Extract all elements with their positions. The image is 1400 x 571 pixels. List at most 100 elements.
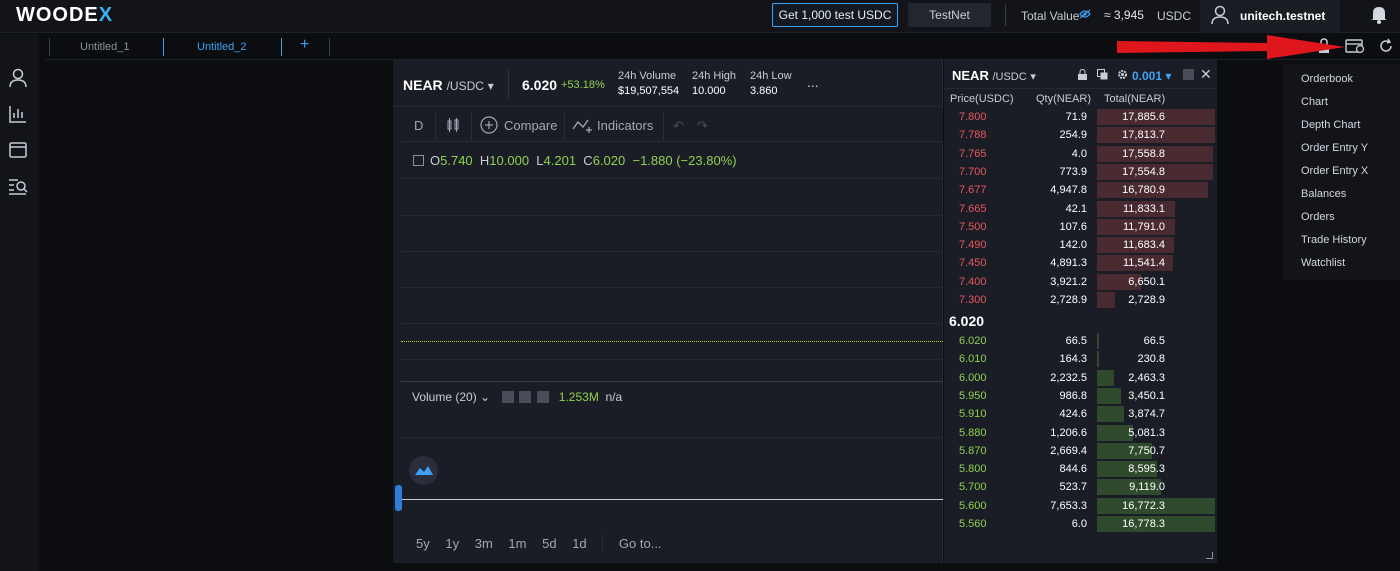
price-change: +53.18%: [561, 79, 605, 91]
bid-row[interactable]: 5.950 986.8 3,450.1: [944, 387, 1217, 405]
menu-item-order-entry-y[interactable]: Order Entry Y: [1301, 142, 1368, 154]
volume-indicator-label[interactable]: Volume (20): [412, 390, 477, 404]
price-chart-area[interactable]: O5.740 H10.000 L4.201 C6.020 −1.880 (−23…: [395, 143, 943, 563]
bid-row[interactable]: 5.560 6.0 16,778.3: [944, 515, 1217, 533]
ask-row[interactable]: 7.490 142.0 11,683.4: [944, 236, 1217, 254]
bid-row[interactable]: 5.600 7,653.3 16,772.3: [944, 497, 1217, 515]
divider: [508, 70, 509, 98]
orderbook-qty: 4,891.3: [1050, 257, 1087, 270]
goto-button[interactable]: Go to...: [619, 536, 662, 551]
range-1m[interactable]: 1m: [508, 536, 526, 551]
eye-icon[interactable]: [502, 391, 515, 403]
orderbook-price: 5.880: [959, 426, 987, 439]
orderbook-symbol-selector[interactable]: NEAR /USDC ▾: [952, 68, 1036, 83]
gridline: [401, 251, 943, 252]
compare-button[interactable]: Compare: [504, 118, 557, 133]
panel-resize-handle[interactable]: [395, 485, 402, 511]
lock-icon[interactable]: [1077, 68, 1088, 80]
ask-row[interactable]: 7.765 4.0 17,558.8: [944, 145, 1217, 163]
minimize-icon[interactable]: [1183, 69, 1194, 80]
menu-item-orderbook[interactable]: Orderbook: [1301, 73, 1353, 85]
orderbook-price: 5.910: [959, 408, 987, 421]
bid-row[interactable]: 5.700 523.7 9,119.0: [944, 478, 1217, 496]
more-options-button[interactable]: ...: [807, 74, 819, 90]
tradingview-logo-icon[interactable]: [409, 456, 438, 485]
ask-row[interactable]: 7.450 4,891.3 11,541.4: [944, 254, 1217, 272]
tab-untitled-1[interactable]: Untitled_1: [76, 38, 134, 56]
bid-row[interactable]: 5.800 844.6 8,595.3: [944, 460, 1217, 478]
bid-row[interactable]: 6.000 2,232.5 2,463.3: [944, 369, 1217, 387]
ask-row[interactable]: 7.665 42.1 11,833.1: [944, 200, 1217, 218]
gear-icon[interactable]: [1117, 69, 1128, 80]
woodex-logo[interactable]: WOODEX: [16, 4, 113, 27]
range-1y[interactable]: 1y: [445, 536, 459, 551]
orderbook-total: 16,780.9: [1122, 184, 1165, 197]
bid-row[interactable]: 6.010 164.3 230.8: [944, 350, 1217, 368]
ask-row[interactable]: 7.800 71.9 17,885.6: [944, 108, 1217, 126]
compare-icon[interactable]: [480, 116, 498, 137]
depth-bar: [1097, 292, 1116, 308]
account-icon[interactable]: [8, 68, 28, 88]
gridline: [401, 437, 943, 438]
menu-item-trade-history[interactable]: Trade History: [1301, 234, 1367, 246]
range-5y[interactable]: 5y: [416, 536, 430, 551]
close-icon[interactable]: [536, 391, 549, 403]
username[interactable]: unitech.testnet: [1240, 9, 1325, 23]
range-1d[interactable]: 1d: [572, 536, 586, 551]
bell-icon[interactable]: [1370, 4, 1388, 24]
add-widget-icon[interactable]: [1345, 38, 1365, 56]
tab-untitled-2[interactable]: Untitled_2: [193, 38, 251, 56]
get-test-usdc-button[interactable]: Get 1,000 test USDC: [772, 3, 898, 27]
redo-icon[interactable]: ↷: [697, 118, 708, 134]
bid-row[interactable]: 6.020 66.5 66.5: [944, 332, 1217, 350]
settings-icon[interactable]: [519, 391, 532, 403]
orderbook-price: 5.950: [959, 389, 987, 402]
ask-row[interactable]: 7.788 254.9 17,813.7: [944, 126, 1217, 144]
menu-item-watchlist[interactable]: Watchlist: [1301, 257, 1345, 269]
interval-selector[interactable]: D: [414, 118, 423, 133]
orderbook-total: 11,833.1: [1122, 202, 1165, 215]
divider: [435, 112, 436, 140]
collapse-legend-icon[interactable]: [413, 155, 424, 166]
orderbook-total: 17,885.6: [1122, 111, 1165, 123]
menu-item-order-entry-x[interactable]: Order Entry X: [1301, 165, 1368, 177]
pane-separator[interactable]: [401, 381, 943, 382]
bid-row[interactable]: 5.870 2,669.4 7,750.7: [944, 442, 1217, 460]
bid-row[interactable]: 5.910 424.6 3,874.7: [944, 405, 1217, 423]
ask-row[interactable]: 7.300 2,728.9 2,728.9: [944, 291, 1217, 309]
orderbook-total: 7,750.7: [1128, 444, 1165, 457]
resize-corner-icon[interactable]: [1206, 552, 1213, 559]
trade-chart-icon[interactable]: [8, 104, 28, 124]
orderbook-qty: 66.5: [1065, 335, 1087, 347]
copy-icon[interactable]: [1097, 69, 1108, 80]
undo-icon[interactable]: ↶: [673, 118, 684, 134]
divider: [564, 112, 565, 140]
ask-row[interactable]: 7.677 4,947.8 16,780.9: [944, 181, 1217, 199]
gridline: [401, 287, 943, 288]
range-3m[interactable]: 3m: [475, 536, 493, 551]
search-list-icon[interactable]: [8, 176, 28, 196]
range-5d[interactable]: 5d: [542, 536, 556, 551]
tick-size-selector[interactable]: 0.001 ▾: [1132, 69, 1171, 83]
candlestick-icon[interactable]: [446, 117, 460, 136]
hide-value-icon[interactable]: [1079, 9, 1091, 22]
menu-item-orders[interactable]: Orders: [1301, 211, 1335, 223]
indicators-button[interactable]: Indicators: [597, 118, 653, 133]
chart-toolbar: D Compare Indicators ↶ ↷: [401, 108, 943, 142]
add-tab-button[interactable]: +: [300, 36, 309, 54]
menu-item-balances[interactable]: Balances: [1301, 188, 1346, 200]
wallet-icon[interactable]: [8, 140, 28, 160]
menu-item-chart[interactable]: Chart: [1301, 96, 1328, 108]
close-icon[interactable]: ✕: [1200, 66, 1212, 83]
ask-row[interactable]: 7.400 3,921.2 6,650.1: [944, 273, 1217, 291]
orderbook-total: 3,874.7: [1128, 408, 1165, 421]
symbol-selector[interactable]: NEAR /USDC ▾: [403, 77, 494, 93]
testnet-button[interactable]: TestNet: [908, 3, 991, 27]
menu-item-depth-chart[interactable]: Depth Chart: [1301, 119, 1360, 131]
bid-row[interactable]: 5.880 1,206.6 5,081.3: [944, 424, 1217, 442]
indicators-icon[interactable]: [572, 117, 594, 136]
orderbook-qty: 254.9: [1059, 129, 1087, 142]
ask-row[interactable]: 7.500 107.6 11,791.0: [944, 218, 1217, 236]
ask-row[interactable]: 7.700 773.9 17,554.8: [944, 163, 1217, 181]
refresh-icon[interactable]: [1378, 38, 1398, 56]
